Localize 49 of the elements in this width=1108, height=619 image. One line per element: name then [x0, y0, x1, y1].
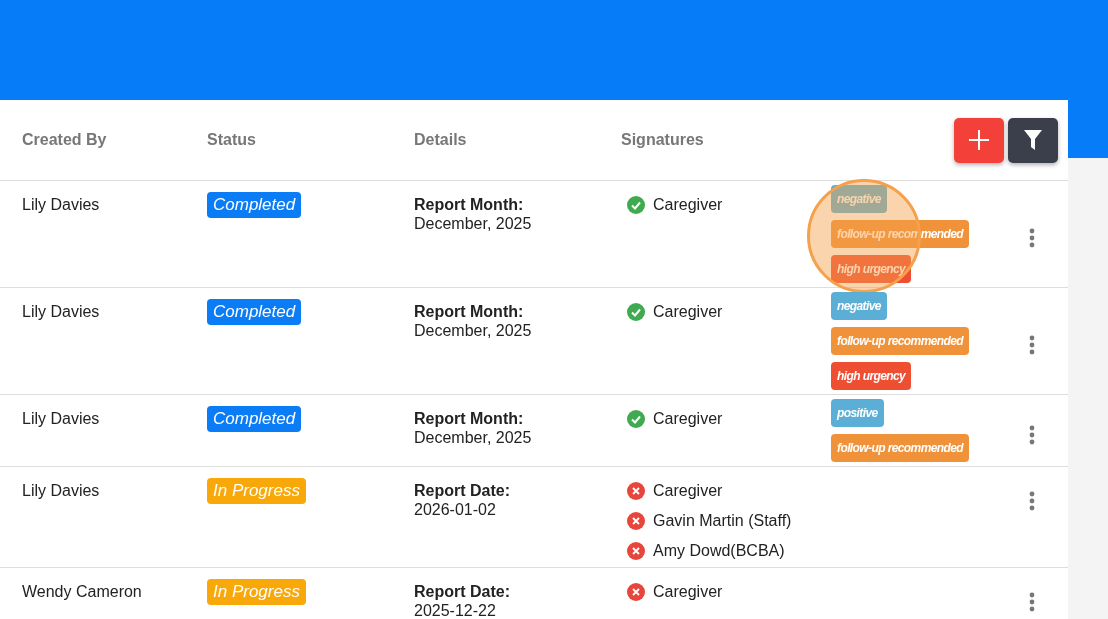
column-header: Created By — [22, 131, 107, 148]
filter-button[interactable] — [1008, 117, 1058, 163]
detail-value: December, 2025 — [414, 323, 532, 339]
detail-value: 2026-01-02 — [414, 502, 496, 518]
tag: positive — [831, 399, 884, 427]
creator-name: Lily Davies — [22, 482, 100, 499]
creator-name: Lily Davies — [22, 303, 100, 320]
tag: high urgency — [831, 362, 912, 390]
signer-name: Caregiver — [653, 582, 723, 602]
status-badge: In Progress — [207, 478, 306, 504]
signer-name: Caregiver — [653, 302, 723, 322]
detail-value: December, 2025 — [414, 216, 532, 232]
detail-value: December, 2025 — [414, 430, 532, 446]
tag: follow-up recommended — [831, 220, 970, 248]
more-options-icon[interactable] — [1029, 228, 1035, 248]
filter-icon — [1024, 130, 1042, 150]
more-options-icon[interactable] — [1029, 491, 1035, 511]
column-header: Signatures — [621, 131, 704, 148]
more-options-icon[interactable] — [1029, 335, 1035, 355]
detail-label: Report Month: — [414, 302, 524, 322]
tag: negative — [831, 185, 887, 213]
detail-label: Report Date: — [414, 481, 510, 501]
column-header: Status — [207, 131, 256, 148]
column-header: Details — [414, 131, 467, 148]
detail-value: 2025-12-22 — [414, 603, 496, 619]
detail-label: Report Month: — [414, 195, 524, 215]
status-badge: Completed — [207, 299, 302, 325]
signer-name: Caregiver — [653, 409, 723, 429]
signer-name: Gavin Martin (Staff) — [653, 511, 792, 531]
status-badge: Completed — [207, 192, 302, 218]
signer-name: Caregiver — [653, 481, 723, 501]
creator-name: Lily Davies — [22, 196, 100, 213]
tag: negative — [831, 292, 887, 320]
tag: follow-up recommended — [831, 434, 970, 462]
status-badge: In Progress — [207, 579, 306, 605]
creator-name: Lily Davies — [22, 410, 100, 427]
creator-name: Wendy Cameron — [22, 583, 142, 600]
signer-name: Caregiver — [653, 195, 723, 215]
tag: high urgency — [831, 255, 912, 283]
status-badge: Completed — [207, 406, 302, 432]
more-options-icon[interactable] — [1029, 592, 1035, 612]
detail-label: Report Date: — [414, 582, 510, 602]
signer-name: Amy Dowd(BCBA) — [653, 541, 785, 561]
side-panel — [1068, 100, 1108, 158]
add-button[interactable] — [954, 117, 1004, 163]
plus-icon — [968, 129, 990, 151]
detail-label: Report Month: — [414, 409, 524, 429]
more-options-icon[interactable] — [1029, 424, 1035, 445]
tag: follow-up recommended — [831, 327, 970, 355]
